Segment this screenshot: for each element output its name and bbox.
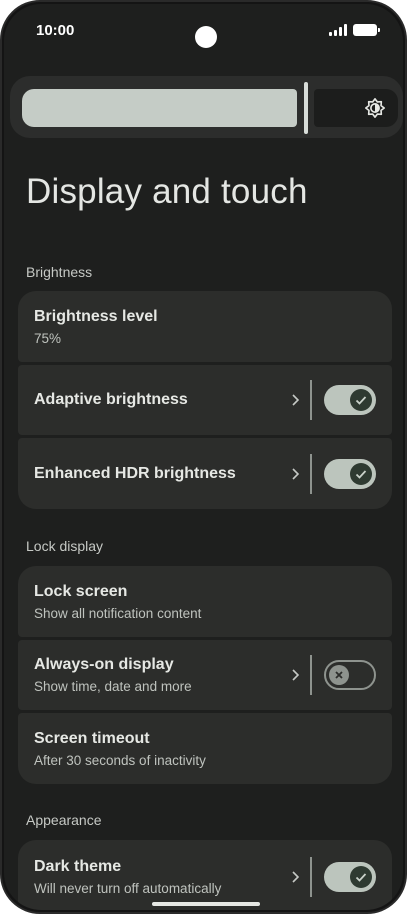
setting-enhanced-hdr-brightness[interactable]: Enhanced HDR brightness — [18, 438, 392, 509]
setting-lock-screen[interactable]: Lock screen Show all notification conten… — [18, 566, 392, 637]
status-icons — [329, 24, 380, 36]
divider — [310, 453, 312, 494]
setting-text: Screen timeout After 30 seconds of inact… — [34, 730, 376, 768]
camera-cutout — [195, 26, 217, 48]
setting-text: Enhanced HDR brightness — [34, 465, 290, 483]
close-icon — [335, 671, 343, 679]
toggle-knob — [329, 665, 349, 685]
toggle-knob — [350, 389, 372, 411]
toggle-knob — [350, 462, 372, 485]
brightness-slider-handle[interactable] — [304, 82, 308, 134]
section-header-lock-display: Lock display — [26, 538, 104, 554]
setting-title: Lock screen — [34, 582, 128, 600]
divider — [310, 857, 312, 897]
setting-title: Enhanced HDR brightness — [34, 464, 236, 482]
setting-subtitle: Show time, date and more — [34, 679, 192, 694]
dark-theme-toggle[interactable] — [324, 862, 376, 892]
setting-title: Screen timeout — [34, 729, 150, 747]
check-icon — [355, 469, 367, 479]
phone-frame: 10:00 Display and touch Brightness Brigh… — [0, 0, 407, 914]
chevron-right-icon — [292, 394, 300, 406]
toggle-knob — [350, 866, 372, 888]
setting-subtitle: After 30 seconds of inactivity — [34, 752, 206, 768]
setting-adaptive-brightness[interactable]: Adaptive brightness — [18, 365, 392, 435]
setting-text: Dark theme Will never turn off automatic… — [34, 858, 290, 896]
screen: 10:00 Display and touch Brightness Brigh… — [4, 4, 403, 910]
setting-subtitle: Will never turn off automatically — [34, 881, 222, 896]
gesture-navigation-bar[interactable] — [152, 902, 260, 906]
setting-text: Adaptive brightness — [34, 391, 290, 409]
adaptive-brightness-toggle[interactable] — [324, 385, 376, 415]
brightness-slider-fill — [22, 89, 297, 127]
always-on-display-toggle[interactable] — [324, 660, 376, 690]
page-title: Display and touch — [26, 172, 308, 211]
setting-subtitle: Show all notification content — [34, 605, 202, 621]
setting-title: Always-on display — [34, 656, 174, 673]
chevron-right-icon — [292, 669, 300, 681]
chevron-right-icon — [292, 871, 300, 883]
setting-brightness-level[interactable]: Brightness level 75% — [18, 291, 392, 362]
battery-icon — [353, 24, 380, 36]
enhanced-hdr-toggle[interactable] — [324, 458, 376, 489]
setting-dark-theme[interactable]: Dark theme Will never turn off automatic… — [18, 840, 392, 910]
setting-text: Always-on display Show time, date and mo… — [34, 656, 290, 694]
check-icon — [355, 396, 367, 405]
setting-always-on-display[interactable]: Always-on display Show time, date and mo… — [18, 640, 392, 710]
setting-title: Dark theme — [34, 858, 122, 875]
check-icon — [355, 873, 367, 882]
signal-icon — [329, 24, 347, 36]
divider — [310, 380, 312, 420]
setting-subtitle: 75% — [34, 330, 62, 346]
section-header-brightness: Brightness — [26, 264, 93, 280]
setting-title: Brightness level — [34, 307, 158, 325]
brightness-auto-icon — [365, 98, 385, 118]
setting-text: Brightness level 75% — [34, 308, 376, 346]
setting-screen-timeout[interactable]: Screen timeout After 30 seconds of inact… — [18, 713, 392, 784]
setting-title: Adaptive brightness — [34, 391, 188, 408]
status-time: 10:00 — [36, 22, 75, 39]
chevron-right-icon — [292, 467, 300, 480]
divider — [310, 655, 312, 695]
section-header-appearance: Appearance — [26, 812, 102, 828]
setting-text: Lock screen Show all notification conten… — [34, 583, 376, 621]
brightness-slider[interactable] — [10, 76, 403, 138]
